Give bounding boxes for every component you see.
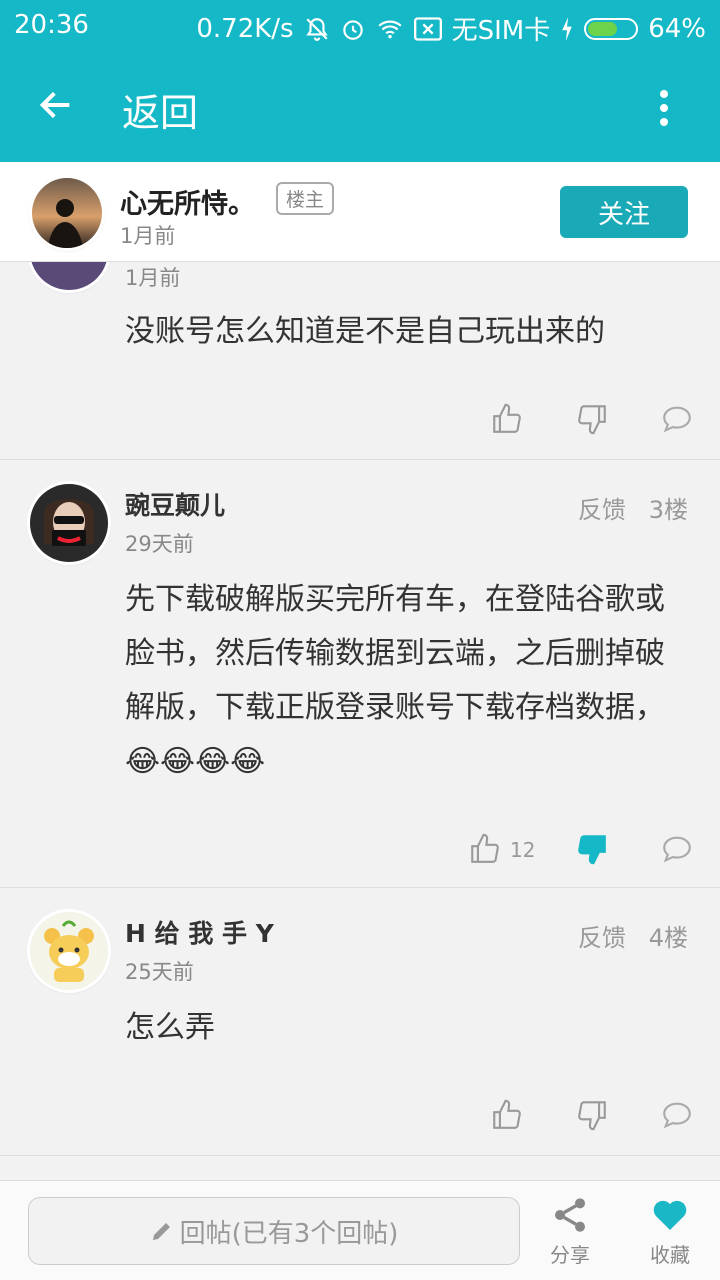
follow-button[interactable]: 关注 bbox=[560, 186, 688, 238]
status-time: 20:36 bbox=[14, 10, 89, 40]
post-time: 29天前 bbox=[125, 532, 194, 556]
dislike-icon[interactable] bbox=[575, 832, 609, 866]
post-time: 25天前 bbox=[125, 960, 194, 984]
favorite-label: 收藏 bbox=[650, 1243, 690, 1267]
comment-icon[interactable] bbox=[660, 832, 694, 866]
op-badge: 楼主 bbox=[276, 182, 335, 215]
list-item: H 给 我 手 Y 25天前 反馈 4楼 怎么弄 bbox=[0, 888, 720, 1156]
post-username[interactable]: H 给 我 手 Y bbox=[125, 914, 274, 950]
feedback-link[interactable]: 反馈 bbox=[578, 918, 626, 953]
like-icon[interactable] bbox=[468, 832, 502, 866]
app-bar: 返回 bbox=[0, 52, 720, 162]
list-item: 豌豆颠儿 29天前 反馈 3楼 先下载破解版买完所有车，在登陆谷歌或脸书，然后传… bbox=[0, 460, 720, 888]
battery-percent: 64% bbox=[648, 13, 706, 44]
charging-icon bbox=[562, 16, 573, 41]
avatar[interactable] bbox=[30, 912, 108, 990]
share-button[interactable]: 分享 bbox=[530, 1195, 610, 1268]
feedback-link[interactable]: 反馈 bbox=[578, 490, 626, 525]
floor-number: 4楼 bbox=[648, 924, 688, 952]
alarm-icon bbox=[342, 19, 363, 40]
more-menu-icon[interactable] bbox=[652, 88, 676, 128]
battery-icon bbox=[584, 17, 639, 40]
post-content: 没账号怎么知道是不是自己玩出来的 bbox=[125, 314, 605, 349]
floor-number: 3楼 bbox=[648, 496, 688, 524]
network-speed: 0.72K/s bbox=[196, 13, 294, 44]
share-icon bbox=[555, 1198, 585, 1232]
reply-input[interactable]: 回帖(已有3个回帖) bbox=[28, 1197, 520, 1265]
op-time: 1月前 bbox=[120, 224, 176, 248]
op-username[interactable]: 心无所恃。 bbox=[120, 182, 255, 221]
back-arrow-icon[interactable] bbox=[36, 85, 76, 125]
no-sim-icon bbox=[413, 16, 442, 41]
bell-off-icon bbox=[305, 17, 328, 41]
reply-placeholder: 回帖(已有3个回帖) bbox=[179, 1218, 399, 1249]
like-count: 12 bbox=[510, 838, 536, 862]
back-label[interactable]: 返回 bbox=[122, 82, 198, 137]
post-content: 怎么弄 bbox=[125, 1010, 215, 1045]
post-content: 先下载破解版买完所有车，在登陆谷歌或脸书，然后传输数据到云端，之后删掉破解版，下… bbox=[125, 582, 665, 779]
sim-status: 无SIM卡 bbox=[451, 16, 551, 46]
like-icon[interactable] bbox=[490, 402, 524, 436]
heart-icon bbox=[653, 1200, 687, 1230]
dislike-icon[interactable] bbox=[575, 1098, 609, 1132]
pencil-icon bbox=[152, 1223, 170, 1240]
favorite-button[interactable]: 收藏 bbox=[630, 1195, 710, 1268]
dislike-icon[interactable] bbox=[575, 402, 609, 436]
avatar[interactable] bbox=[32, 178, 102, 248]
share-label: 分享 bbox=[550, 1243, 590, 1267]
original-poster-bar: 心无所恃。 楼主 1月前 关注 bbox=[0, 162, 720, 262]
comment-icon[interactable] bbox=[660, 402, 694, 436]
status-bar: 20:36 0.72K/s 无SIM卡 64% bbox=[0, 0, 720, 52]
post-username[interactable]: 豌豆颠儿 bbox=[125, 486, 225, 522]
like-icon[interactable] bbox=[490, 1098, 524, 1132]
post-time: 1月前 bbox=[125, 266, 181, 290]
avatar[interactable] bbox=[30, 484, 108, 562]
comment-icon[interactable] bbox=[660, 1098, 694, 1132]
wifi-icon bbox=[378, 20, 402, 38]
bottom-bar: 回帖(已有3个回帖) 分享 收藏 bbox=[0, 1180, 720, 1280]
